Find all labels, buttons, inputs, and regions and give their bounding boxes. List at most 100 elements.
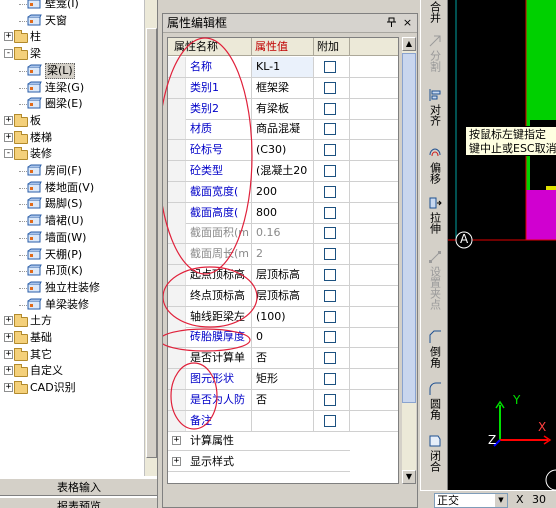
collapse-icon[interactable]: -	[4, 49, 13, 59]
tree-scrollbar-thumb[interactable]	[146, 28, 157, 458]
offset-button[interactable]: 偏移	[424, 146, 446, 184]
tree-item[interactable]: 天棚(P)	[0, 247, 143, 263]
tree-folder[interactable]: + 其它	[0, 347, 143, 363]
tab-table-input[interactable]: 表格输入	[0, 478, 157, 496]
ucs-x-label: X	[538, 420, 547, 434]
beam-icon	[27, 64, 42, 78]
drawing-canvas[interactable]: A Y Z X	[448, 0, 556, 490]
expand-icon[interactable]: +	[4, 115, 13, 125]
room-icon	[27, 164, 42, 178]
tree-item[interactable]: 天窗	[0, 13, 143, 29]
tab-report-preview[interactable]: 报表预览	[0, 497, 157, 508]
tree-item[interactable]: 楼地面(V)	[0, 180, 143, 196]
stretch-label: 拉伸	[428, 212, 442, 234]
tree-item-label: 连梁(G)	[45, 80, 85, 94]
magenta-beam[interactable]	[526, 190, 556, 240]
chevron-down-icon[interactable]: ▼	[495, 494, 507, 507]
skirting-icon	[27, 197, 42, 211]
folder-icon	[14, 147, 30, 161]
align-button[interactable]: 对齐	[424, 88, 446, 126]
tree-item-label: 天窗	[45, 13, 67, 27]
tree-item-label: 壁龛(I)	[45, 0, 79, 10]
tree-item-label: 圈梁(E)	[45, 97, 83, 111]
tree-folder[interactable]: + 自定义	[0, 363, 143, 379]
tree-folder[interactable]: - 装修	[0, 146, 143, 162]
folder-icon	[14, 47, 30, 61]
tree-item[interactable]: 独立柱装修	[0, 280, 143, 296]
fillet-button[interactable]: 圆角	[424, 382, 446, 420]
folder-icon	[14, 113, 30, 127]
expand-icon[interactable]: +	[4, 316, 13, 326]
tree-connector	[19, 87, 27, 89]
chamfer-button[interactable]: 倒角	[424, 330, 446, 368]
tree-item[interactable]: 连梁(G)	[0, 80, 143, 96]
folder-icon	[14, 364, 30, 378]
tree-folder-label: 基础	[30, 331, 52, 344]
command-tooltip: 按鼠标左键指定 键中止或ESC取消	[465, 126, 556, 156]
tree-item[interactable]: 墙裙(U)	[0, 213, 143, 229]
tree-item-label: 单梁装修	[45, 297, 89, 311]
tree-connector	[19, 204, 27, 206]
tree-item[interactable]: 吊顶(K)	[0, 263, 143, 279]
close-shape-button[interactable]: 闭合	[424, 434, 446, 472]
expand-icon[interactable]: +	[4, 132, 13, 142]
set-grip-label: 设置夹点	[428, 266, 442, 310]
tree-folder-label: 梁	[30, 47, 41, 61]
tree-item[interactable]: 墙面(W)	[0, 230, 143, 246]
ucs-z-label: Z	[488, 433, 497, 447]
snap-mode-select[interactable]: 正交 ▼	[434, 493, 508, 508]
tree-folder-label: 柱	[30, 30, 41, 44]
folder-icon	[14, 130, 30, 144]
offset-icon	[429, 148, 441, 157]
tree-connector	[19, 237, 27, 239]
tree-folder[interactable]: + 土方	[0, 313, 143, 329]
tree-item-label: 墙面(W)	[45, 230, 87, 244]
status-value-field: 30	[532, 493, 546, 506]
folder-icon	[14, 331, 30, 344]
floor-icon	[27, 181, 42, 195]
expand-icon[interactable]: +	[4, 349, 13, 359]
tree-item[interactable]: 壁龛(I)	[0, 0, 143, 12]
tree-item[interactable]: 单梁装修	[0, 297, 143, 313]
tree-item-label: 踢脚(S)	[45, 197, 83, 211]
merge-button[interactable]: 合并	[424, 0, 446, 24]
tree-item[interactable]: 梁(L)	[0, 62, 143, 79]
expand-icon[interactable]: +	[4, 366, 13, 376]
tree-scrollbar[interactable]	[144, 0, 157, 476]
set-grip-button[interactable]: 设置夹点	[424, 250, 446, 310]
tree-folder[interactable]: -梁	[0, 46, 143, 62]
tree-folder-label: 土方	[30, 314, 52, 328]
tab-table-input-label: 表格输入	[57, 481, 101, 494]
tree-folder-label: 其它	[30, 347, 52, 361]
split-button[interactable]: 分割	[424, 34, 446, 72]
tree-item[interactable]: 踢脚(S)	[0, 196, 143, 212]
tree-connector	[19, 304, 27, 306]
expand-icon[interactable]: +	[4, 333, 13, 342]
tree-folder-label: 楼梯	[30, 130, 52, 144]
expand-icon[interactable]: +	[4, 32, 13, 42]
suspended-ceiling-icon	[27, 264, 42, 278]
wall-niche-icon	[27, 0, 42, 11]
ring-beam-icon	[27, 97, 42, 111]
expand-icon[interactable]: +	[4, 383, 13, 393]
ceiling-icon	[27, 248, 42, 262]
tree-folder[interactable]: + 楼梯	[0, 130, 143, 146]
tree-folder[interactable]: + CAD识别	[0, 380, 143, 396]
grip-icon	[429, 251, 441, 263]
tree-folder[interactable]: + 基础	[0, 330, 143, 346]
tree-item[interactable]: 房间(F)	[0, 163, 143, 179]
stretch-button[interactable]: 拉伸	[424, 196, 446, 234]
tree-connector	[19, 287, 27, 289]
chamfer-label: 倒角	[428, 346, 442, 368]
tree-item[interactable]: 圈梁(E)	[0, 96, 143, 112]
tree-folder[interactable]: + 板	[0, 113, 143, 129]
tree-connector	[19, 70, 27, 72]
tree-folder[interactable]: + 柱	[0, 29, 143, 45]
merge-label: 合并	[428, 1, 442, 23]
close-shape-icon	[429, 435, 441, 447]
dado-icon	[27, 214, 42, 228]
modify-toolbar: 合并 分割 对齐 偏移 拉伸 设置夹点 倒角 圆角 闭合	[420, 0, 448, 508]
wall-surface-icon	[27, 231, 42, 245]
collapse-icon[interactable]: -	[4, 149, 13, 159]
property-editor-panel: 属性编辑框 × 属性名称 属性值 附加 名称 KL-1 类别1 框架梁 类别2 有梁板 材质…	[162, 13, 418, 508]
